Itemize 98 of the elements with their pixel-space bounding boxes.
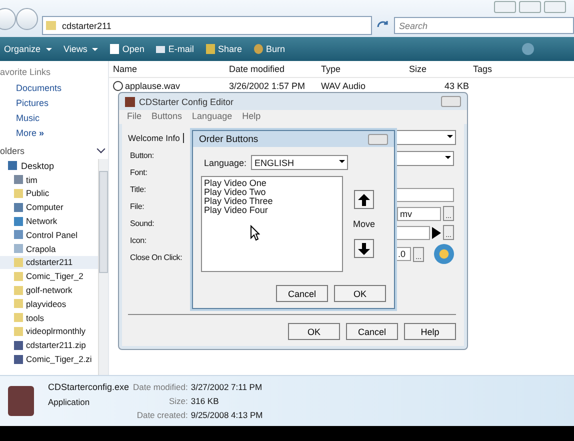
tree-item[interactable]: Crapola — [0, 242, 98, 256]
file-name: applause.wav — [125, 80, 180, 90]
tree-item[interactable]: Public — [0, 186, 98, 200]
toolbar-button[interactable]: Organize — [4, 44, 52, 54]
sound-field[interactable] — [394, 226, 430, 240]
language-dropdown[interactable]: ENGLISH — [250, 155, 348, 170]
file-name: CDStarterconfig.exe — [48, 382, 130, 392]
button-dropdown[interactable] — [394, 151, 454, 166]
move-down-button[interactable] — [354, 239, 374, 258]
column-header[interactable]: Date modified — [225, 64, 317, 74]
table-cell-text: 43 KB — [443, 80, 470, 90]
detail-label: Size: — [168, 396, 188, 406]
scrollbar[interactable] — [98, 159, 108, 375]
tree-item[interactable]: tim — [0, 172, 98, 187]
table-cell-text: 3/26/2002 1:57 PM — [228, 80, 306, 90]
dialog-button[interactable]: OK — [334, 285, 386, 302]
tree-item[interactable]: cdstarter211.zip — [0, 338, 98, 352]
field-label: Icon: — [130, 236, 146, 247]
list-item[interactable]: Play Video Four — [204, 206, 340, 215]
toolbar-button[interactable]: E-mail — [156, 44, 194, 54]
folder-icon — [46, 21, 56, 30]
dialog-button[interactable]: Help — [404, 323, 456, 340]
dialog-button[interactable]: Cancel — [276, 285, 328, 302]
app-icon — [125, 96, 135, 106]
document-icon — [110, 44, 120, 54]
column-header[interactable]: Tags — [469, 64, 513, 74]
close-button[interactable] — [544, 1, 566, 13]
maximize-button[interactable] — [519, 1, 541, 13]
folder-icon — [14, 188, 23, 198]
favorite-link[interactable]: Documents — [0, 81, 108, 96]
move-up-button[interactable] — [354, 190, 374, 209]
play-icon[interactable] — [432, 226, 441, 238]
item-icon — [14, 175, 23, 184]
tree-item[interactable]: Network — [0, 214, 98, 228]
move-label: Move — [353, 219, 376, 229]
favorite-link[interactable]: Music — [0, 111, 108, 126]
disc-icon — [254, 44, 263, 54]
tree-item[interactable]: tools — [0, 310, 98, 325]
field-label: File: — [130, 202, 144, 213]
menu-item[interactable]: File — [127, 111, 142, 121]
forward-button[interactable] — [16, 8, 38, 30]
section-header: olders — [0, 146, 25, 156]
detail-label: Date created: — [136, 410, 188, 420]
envelope-icon — [156, 46, 166, 52]
desktop-icon — [8, 161, 17, 170]
detail-value: 316 KB — [190, 396, 220, 406]
tree-item[interactable]: Control Panel — [0, 228, 98, 242]
detail-value: 3/27/2002 7:11 PM — [190, 382, 263, 392]
caret-icon — [92, 48, 98, 54]
menu-item[interactable]: Buttons — [152, 111, 182, 121]
table-cell-text: WAV Audio — [320, 80, 367, 90]
tab[interactable]: Welcome Info — [128, 132, 184, 142]
field-label: Close On Click: — [130, 253, 182, 264]
field-label: Language: — [204, 158, 247, 168]
tree-item[interactable]: videoplrmonthly — [0, 324, 98, 338]
dialog-button[interactable]: OK — [288, 323, 340, 340]
tree-item[interactable]: golf-network — [0, 283, 98, 297]
minimize-button[interactable] — [494, 1, 516, 13]
file-field[interactable]: mv — [397, 206, 441, 220]
file-type: Application — [48, 397, 91, 407]
address-bar[interactable]: cdstarter211 — [42, 16, 372, 35]
section-header: avorite Links — [0, 66, 52, 79]
toolbar-button[interactable]: Share — [206, 44, 242, 54]
menu-item[interactable]: Language — [192, 111, 232, 121]
tree-item[interactable]: Desktop — [0, 159, 98, 173]
close-button[interactable] — [441, 96, 461, 107]
field-label: Font: — [130, 168, 148, 179]
field-label: Title: — [130, 185, 146, 196]
field-label: Sound: — [130, 219, 154, 230]
title-field[interactable] — [395, 188, 454, 202]
list-item[interactable]: Play Video Two — [204, 188, 340, 197]
window-title: CDStarter Config Editor — [139, 96, 235, 106]
column-header[interactable]: Type — [317, 64, 405, 74]
tree-item[interactable]: cdstarter211 — [0, 256, 98, 270]
dialog-button[interactable]: Cancel — [346, 323, 398, 340]
favorite-link[interactable]: Pictures — [0, 96, 108, 111]
tree-item[interactable]: playvideos — [0, 296, 98, 311]
column-header[interactable]: Size — [405, 64, 469, 74]
tree-item[interactable]: Comic_Tiger_2.zi — [0, 352, 98, 366]
tree-item[interactable]: Computer — [0, 200, 98, 214]
field-label: Button: — [130, 151, 154, 162]
caret-icon — [46, 48, 52, 54]
list-item[interactable]: Play Video Three — [204, 197, 340, 206]
detail-label: Date modified: — [133, 382, 188, 392]
search-field[interactable]: Search — [394, 17, 574, 34]
toolbar-button[interactable]: Views — [64, 44, 98, 54]
dialog-title: Order Buttons — [199, 134, 258, 144]
favorite-link[interactable]: More » — [0, 126, 108, 141]
menu-item[interactable]: Help — [242, 111, 261, 121]
list-item[interactable]: Play Video One — [204, 179, 340, 188]
detail-value: 9/25/2008 4:13 PM — [190, 410, 263, 420]
close-button[interactable] — [368, 134, 388, 144]
back-button[interactable] — [0, 8, 16, 30]
toolbar-button[interactable]: Burn — [254, 44, 285, 54]
toolbar-button[interactable]: Open — [110, 44, 144, 54]
tree-item[interactable]: Comic_Tiger_2 — [0, 269, 98, 284]
column-header[interactable]: Name — [109, 64, 225, 74]
mouse-cursor-icon — [250, 225, 260, 241]
